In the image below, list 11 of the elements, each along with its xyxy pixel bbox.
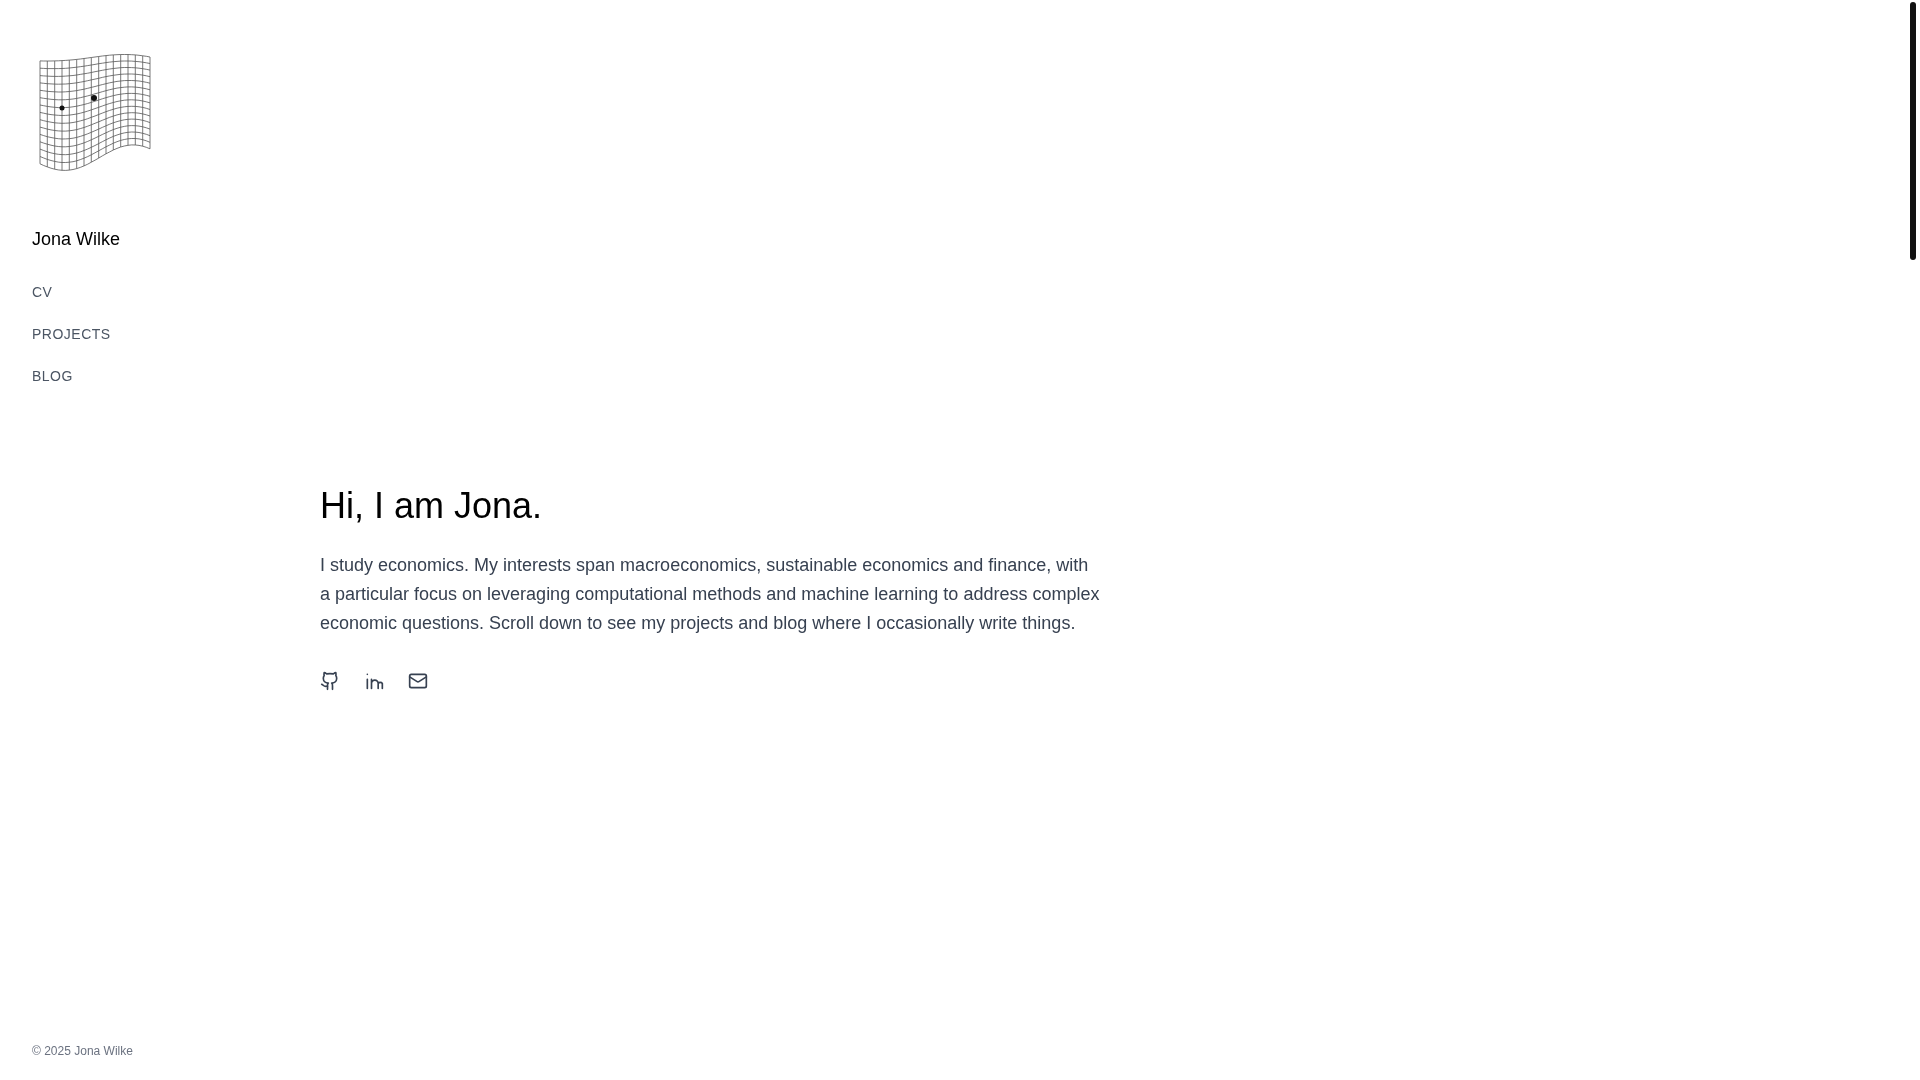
nav-link[interactable]: PROJECTS (32, 326, 111, 342)
email-icon[interactable] (408, 671, 428, 691)
linkedin-icon[interactable] (364, 671, 384, 691)
site-name[interactable]: Jona Wilke (32, 229, 121, 250)
intro-paragraph: I study economics. My interests span macroeconomics, sustainable economics and finance, with a particular focus on leveraging computational methods and machine learning to address complex economic questions. Scroll down to see my projects and blog where I occasionally write things. (320, 554, 1100, 635)
nav-link[interactable]: BLOG (32, 368, 73, 384)
github-icon[interactable] (320, 671, 340, 691)
copyright-text: © 2025 Jona Wilke (32, 1044, 134, 1058)
heading: Hi, I am Jona. (320, 484, 544, 528)
nav-link[interactable]: CV (32, 284, 53, 300)
scrollbar-thumb[interactable] (1910, 2, 1916, 260)
